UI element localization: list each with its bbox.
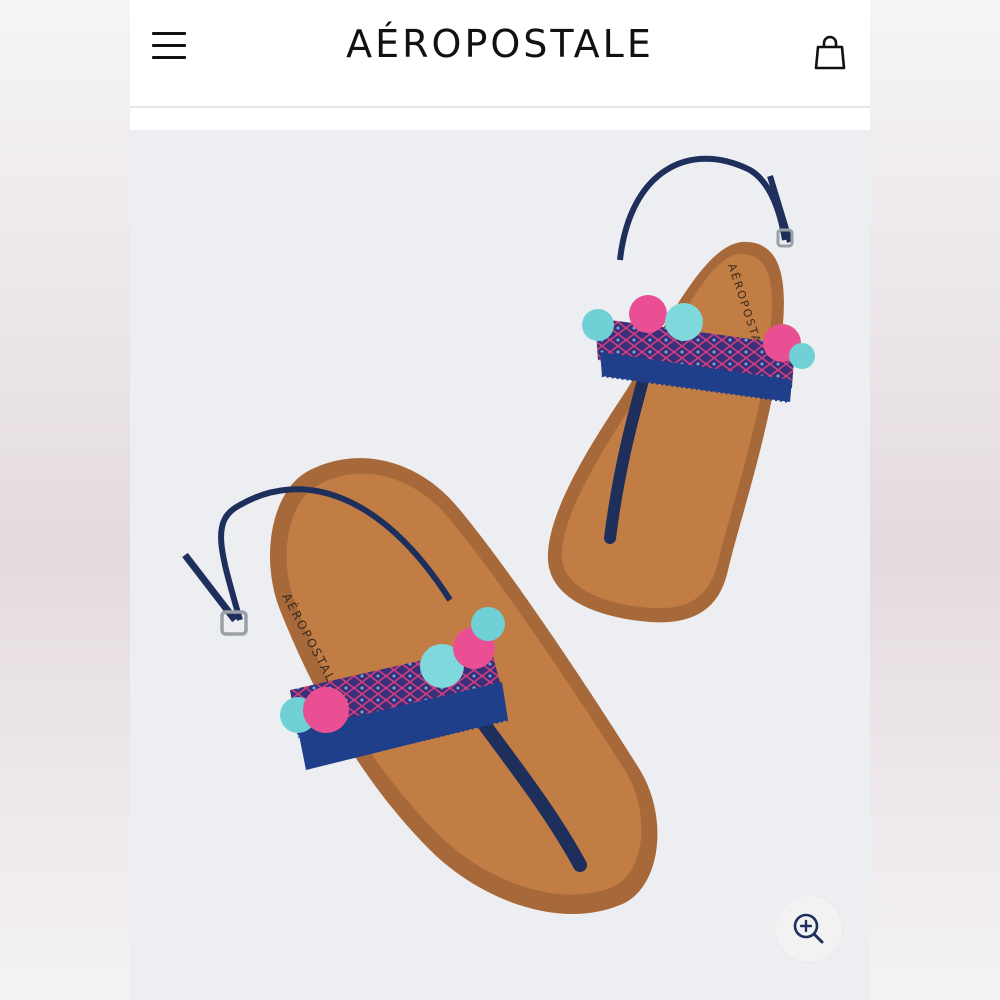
product-image[interactable]: AÉROPOSTALE AÉROPOSTALE (130, 130, 870, 1000)
right-sandal: AÉROPOSTALE (547, 155, 815, 623)
side-background-left (0, 0, 130, 1000)
side-background-right (870, 0, 1000, 1000)
subheader-strip (130, 108, 870, 128)
zoom-in-icon[interactable] (776, 896, 842, 962)
app-window: AÉROPOSTALE AÉROPOSTALE AÉROPOSTALE (130, 0, 870, 1000)
sandals-illustration: AÉROPOSTALE AÉROPOSTALE (182, 155, 815, 914)
brand-logo[interactable]: AÉROPOSTALE (130, 22, 870, 66)
shopping-bag-icon[interactable] (814, 34, 846, 70)
top-header: AÉROPOSTALE (130, 0, 870, 108)
